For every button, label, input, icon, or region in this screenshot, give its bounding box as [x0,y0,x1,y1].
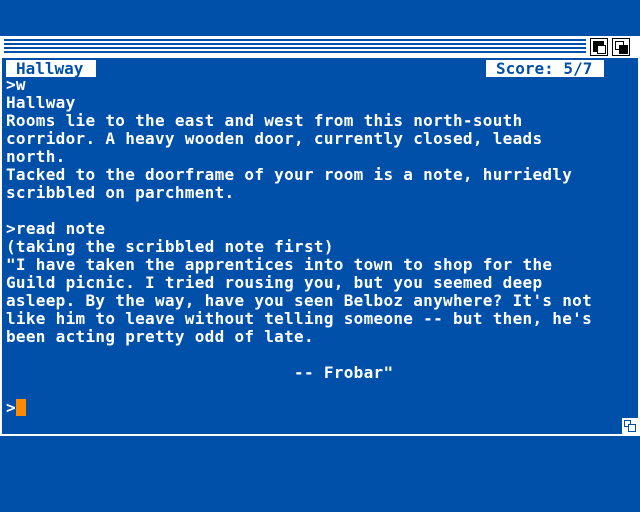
room-name: Hallway [6,60,96,77]
transcript: >w Hallway Rooms lie to the east and wes… [6,76,626,382]
transcript-line: -- Frobar" [6,364,394,382]
title-bar-stripes[interactable] [4,39,586,55]
transcript-line [6,346,626,364]
transcript-line: corridor. A heavy wooden door, currently… [6,130,543,148]
command-input[interactable]: > [6,398,26,418]
transcript-line: >w [6,76,26,94]
transcript-line: asleep. By the way, have you seen Belboz… [6,292,593,310]
depth-back-icon[interactable] [590,38,608,56]
transcript-line: Guild picnic. I tried rousing you, but y… [6,274,543,292]
transcript-line: Tacked to the doorframe of your room is … [6,166,573,184]
text-cursor[interactable] [15,399,26,416]
depth-front-icon[interactable] [612,38,630,56]
transcript-line [6,202,626,220]
transcript-line: scribbled on parchment. [6,184,235,202]
prompt-symbol: > [6,398,16,417]
transcript-line: Hallway [6,94,76,112]
screen-background [0,0,640,36]
transcript-line: north. [6,148,66,166]
window-title-bar[interactable] [0,36,640,58]
transcript-line: Rooms lie to the east and west from this… [6,112,523,130]
score-display: Score: 5/7 [486,60,604,77]
transcript-line: like him to leave without telling someon… [6,310,593,328]
transcript-line: >read note [6,220,106,238]
transcript-line: been acting pretty odd of late. [6,328,314,346]
transcript-line: (taking the scribbled note first) [6,238,334,256]
status-bar: Hallway Score: 5/7 [2,58,638,78]
resize-icon[interactable] [622,418,638,434]
game-window: Hallway Score: 5/7 >w Hallway Rooms lie … [0,58,640,436]
transcript-line: "I have taken the apprentices into town … [6,256,553,274]
